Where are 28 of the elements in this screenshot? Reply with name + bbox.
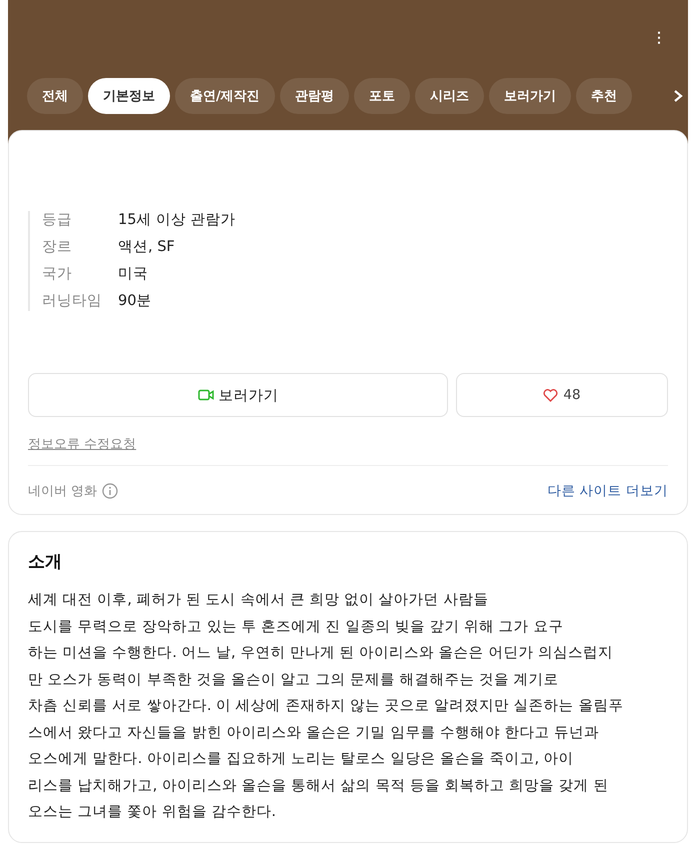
info-label: 등급 — [42, 211, 73, 230]
tab[interactable]: 전체 — [27, 78, 83, 114]
info-value: 미국 — [118, 265, 149, 284]
report-error-link[interactable]: 정보오류 수정요청 — [28, 435, 136, 453]
tab[interactable]: 포토 — [354, 78, 410, 114]
source-label: 네이버 영화 — [28, 483, 98, 500]
info-value: 90분 — [118, 292, 152, 311]
tab[interactable]: 보러가기 — [488, 78, 571, 114]
tab[interactable]: 추천 — [576, 78, 632, 114]
more-sites-link[interactable]: 다른 사이트 더보기 — [547, 482, 668, 500]
like-button[interactable]: 48 — [456, 373, 668, 417]
tab[interactable]: 관람평 — [280, 78, 349, 114]
info-value: 액션, SF — [118, 238, 176, 257]
synopsis-text: 세계 대전 이후, 폐허가 된 도시 속에서 큰 희망 없이 살아가던 사람들 도시를 무력으로 장악하고 있는 투 혼즈에게 진 일종의 빚을 갚기 위해 그가 요구 하는 미션을 수행한다. 어느 날, 우연히 만나게 된 아이리스와 올슨은 어딘가 의심스럽지 만 오스가 동력이 부족한 것을 올슨이 알고 그의 문제를 해결해주는 것을 계기로 차츰 신뢰를 서로 쌓아간다. 이 세상에 존재하지 않는 곳으로 알려졌지만 실존하는 올림푸 스에서 왔다고 자신들을 밝힌 아이리스와 올슨은 기밀 임무를 수행해야 한다고 듀넌과 오스에게 말한다. 아이리스를 집요하게 노리는 탈로스 일당은 올슨을 죽이고, 아이 리스를 납치해가고, 아이리스와 올슨을 통해서 삶의 목적 등을 회복하고 희망을 갖게 된 오스는 그녀를 쫓아 위험을 감수한다. — [28, 591, 624, 822]
more-menu-button[interactable]: ⋮ — [652, 22, 666, 52]
watch-button[interactable]: 보러가기 — [28, 373, 448, 417]
video-camera-icon — [198, 389, 214, 401]
info-value: 15세 이상 관람가 — [118, 211, 236, 230]
info-label: 러닝타임 — [42, 292, 103, 311]
tab[interactable]: 출연/제작진 — [175, 78, 275, 114]
heart-icon — [543, 388, 558, 402]
info-icon[interactable] — [102, 483, 118, 499]
section-title: 소개 — [28, 551, 63, 573]
info-label: 장르 — [42, 238, 73, 257]
info-label: 국가 — [42, 265, 73, 284]
chevron-right-icon[interactable] — [672, 89, 684, 103]
tab[interactable]: 기본정보 — [88, 78, 170, 114]
tab[interactable]: 시리즈 — [414, 78, 484, 114]
